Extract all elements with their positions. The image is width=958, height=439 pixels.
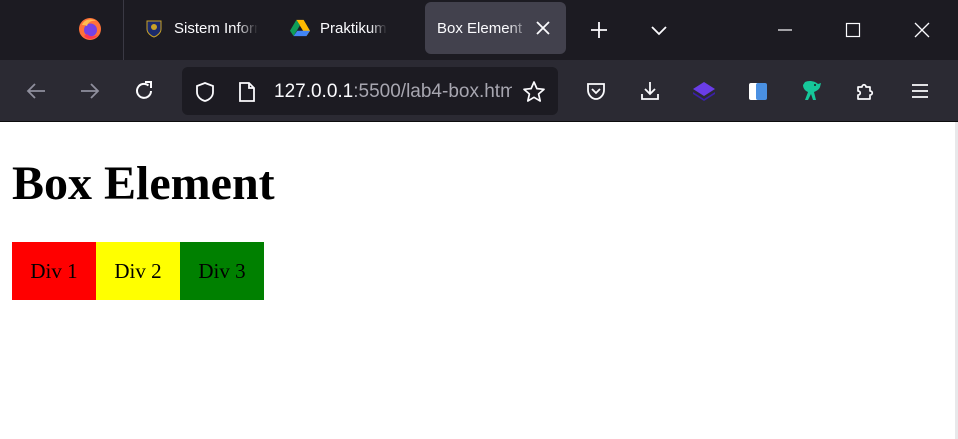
arrow-left-icon <box>26 83 45 99</box>
back-button[interactable] <box>22 77 50 105</box>
tab-box-element[interactable]: Box Element <box>425 2 566 54</box>
arrow-right-icon <box>81 83 100 99</box>
maximize-icon <box>845 22 861 38</box>
url-path: :5500/lab4-box.html <box>353 81 512 102</box>
close-icon <box>914 22 930 38</box>
extension-cards-button[interactable] <box>744 77 772 105</box>
tab-sistem-informasi[interactable]: Sistem Informasi <box>136 2 258 54</box>
tab-title: Sistem Informasi <box>174 19 258 37</box>
firefox-view-icon[interactable] <box>78 17 102 41</box>
university-crest-icon <box>144 18 164 38</box>
layers-icon <box>693 82 715 101</box>
extension-dino-button[interactable] <box>798 77 826 105</box>
url-text[interactable]: 127.0.0.1:5500/lab4-box.html <box>274 80 512 104</box>
puzzle-piece-icon <box>857 83 874 100</box>
tab-title: Praktikum <box>320 19 387 37</box>
cards-icon <box>749 83 767 100</box>
bookmark-star-icon[interactable] <box>522 80 546 104</box>
url-host: 127.0.0.1 <box>274 81 354 102</box>
page-heading: Box Element <box>12 157 275 210</box>
reload-icon <box>136 81 152 99</box>
pocket-button[interactable] <box>582 77 610 105</box>
plus-icon <box>591 22 607 38</box>
extensions-button[interactable] <box>852 77 880 105</box>
hamburger-menu-icon <box>912 84 928 98</box>
extension-layers-button[interactable] <box>690 77 718 105</box>
div-box-1: Div 1 <box>12 242 96 300</box>
minimize-button[interactable] <box>771 16 799 44</box>
tab-separator <box>123 0 124 60</box>
url-bar[interactable]: 127.0.0.1:5500/lab4-box.html <box>182 67 558 115</box>
dinosaur-icon <box>803 80 821 100</box>
tab-praktikum[interactable]: Praktikum <box>282 2 412 54</box>
div-box-2: Div 2 <box>96 242 180 300</box>
navigation-toolbar: 127.0.0.1:5500/lab4-box.html <box>0 60 958 122</box>
chevron-down-icon <box>651 26 667 36</box>
menu-button[interactable] <box>906 77 934 105</box>
tab-strip: Sistem Informasi Praktikum Box Element <box>0 0 958 60</box>
page-icon[interactable] <box>235 80 259 104</box>
forward-button[interactable] <box>76 77 104 105</box>
reload-button[interactable] <box>130 77 158 105</box>
box-row: Div 1 Div 2 Div 3 <box>12 242 264 300</box>
new-tab-button[interactable] <box>585 16 613 44</box>
tab-title: Box Element <box>437 19 523 37</box>
google-drive-icon <box>290 18 310 38</box>
download-icon <box>641 82 659 100</box>
list-all-tabs-button[interactable] <box>645 16 673 44</box>
minimize-icon <box>778 29 792 31</box>
pocket-icon <box>587 83 605 100</box>
close-tab-icon[interactable] <box>534 19 552 37</box>
div-box-3: Div 3 <box>180 242 264 300</box>
shield-icon[interactable] <box>193 80 217 104</box>
maximize-button[interactable] <box>839 16 867 44</box>
close-window-button[interactable] <box>908 16 936 44</box>
page-content: Box Element Div 1 Div 2 Div 3 <box>0 122 955 439</box>
downloads-button[interactable] <box>636 77 664 105</box>
